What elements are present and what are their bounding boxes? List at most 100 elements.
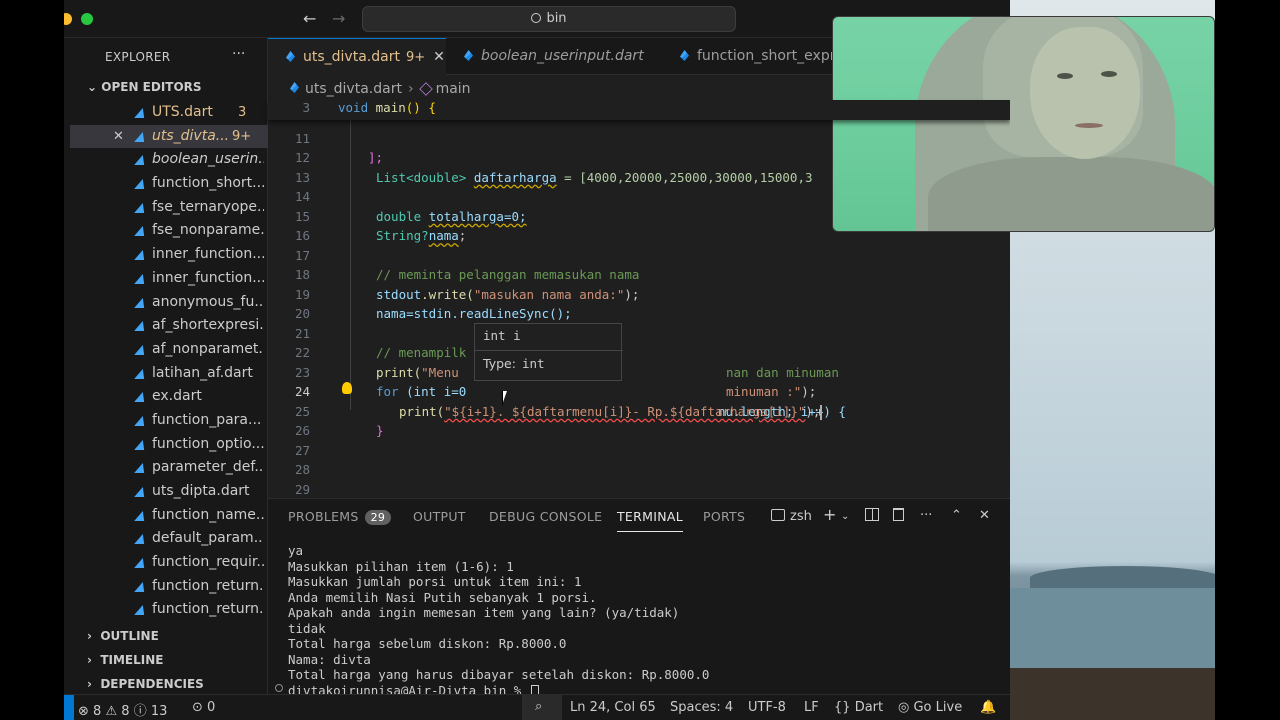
open-editor-item[interactable]: parameter_def... — [70, 456, 268, 480]
tab-output[interactable]: OUTPUT — [413, 509, 466, 524]
trash-icon[interactable] — [893, 508, 904, 525]
command-center-search[interactable]: bin — [362, 6, 736, 32]
timeline-title: TIMELINE — [100, 653, 164, 667]
lightbulb-icon[interactable] — [342, 382, 352, 394]
maximize-window-button[interactable] — [81, 13, 93, 25]
open-editor-item[interactable]: fse_ternaryope... — [70, 196, 268, 220]
close-icon[interactable]: ✕ — [113, 125, 124, 149]
split-terminal-icon[interactable] — [865, 508, 879, 525]
indentation-status[interactable]: Spaces: 4 — [670, 700, 733, 715]
tab-uts-divta[interactable]: uts_divta.dart 9+ ✕ — [268, 38, 446, 75]
breadcrumb-symbol[interactable]: main — [436, 81, 471, 97]
dart-file-icon — [136, 132, 146, 142]
open-editor-name: af_nonparamet... — [152, 340, 264, 357]
chevron-down-icon[interactable]: ⌄ — [841, 511, 849, 522]
code-line-29: 29 } — [268, 460, 1010, 517]
chevron-right-icon: › — [87, 653, 92, 667]
open-editor-item[interactable]: uts_dipta.dart — [70, 480, 268, 504]
open-editor-item[interactable]: function_requir... — [70, 551, 268, 575]
close-icon[interactable]: ✕ — [433, 49, 445, 65]
open-editor-name: fse_ternaryope... — [152, 198, 264, 215]
dart-file-icon — [136, 582, 146, 592]
open-editor-item[interactable]: inner_function.... — [70, 243, 268, 267]
open-editor-item[interactable]: af_shortexpresi... — [70, 314, 268, 338]
zoom-indicator[interactable]: ⌕ — [522, 695, 562, 720]
more-actions-icon[interactable]: ··· — [232, 46, 245, 62]
encoding-status[interactable]: UTF-8 — [748, 700, 786, 715]
sticky-scroll-line[interactable]: 3 void main() { — [268, 100, 1010, 120]
tab-problems[interactable]: PROBLEMS 29 — [288, 509, 392, 525]
open-editor-item[interactable]: function_return... — [70, 575, 268, 599]
video-letterbox-left — [0, 0, 64, 720]
chevron-down-icon: ⌄ — [87, 80, 98, 94]
open-editor-item[interactable]: function_optio... — [70, 433, 268, 457]
cursor-position[interactable]: Ln 24, Col 65 — [570, 700, 656, 715]
open-editor-item[interactable]: function_para... — [70, 409, 268, 433]
notifications-bell-icon[interactable]: 🔔 — [980, 700, 996, 715]
tab-label: PROBLEMS — [288, 509, 359, 524]
open-editor-item[interactable]: default_param... — [70, 527, 268, 551]
eol-status[interactable]: LF — [804, 700, 819, 715]
line-number: 29 — [294, 481, 310, 497]
info-icon: ⓘ — [133, 704, 147, 719]
problems-status[interactable]: ⊗ 8 ⚠ 8 ⓘ 13 — [78, 700, 167, 719]
terminal-line: Masukkan pilihan item (1-6): 1 — [288, 559, 709, 575]
dart-file-icon — [136, 321, 146, 331]
maximize-panel-icon[interactable]: ⌃ — [951, 508, 962, 523]
open-editor-item[interactable]: function_name... — [70, 504, 268, 528]
dependencies-title: DEPENDENCIES — [100, 677, 204, 691]
more-actions-icon[interactable]: ··· — [920, 508, 932, 523]
dependencies-section[interactable]: › DEPENDENCIES — [87, 677, 204, 691]
webcam-person-eye — [1057, 73, 1073, 79]
new-terminal-icon[interactable]: + — [823, 505, 836, 524]
go-live-button[interactable]: ◎ Go Live — [898, 700, 962, 715]
open-editor-item[interactable]: anonymous_fu... — [70, 291, 268, 315]
vscode-window: ← → bin EXPLORER ··· ⌄ OPEN EDITORS UTS.… — [64, 0, 1010, 720]
tab-debug-console[interactable]: DEBUG CONSOLE — [489, 509, 602, 524]
breadcrumb-file[interactable]: uts_divta.dart — [305, 81, 402, 97]
close-panel-icon[interactable]: ✕ — [979, 508, 990, 523]
open-editor-item[interactable]: ✕ uts_divta... 9+ — [70, 124, 268, 149]
terminal-text: ya — [288, 543, 304, 558]
open-editor-item[interactable]: af_nonparamet... — [70, 338, 268, 362]
terminal-line: tidak — [288, 621, 709, 637]
terminal-line: Nama: divta — [288, 652, 709, 668]
dart-file-icon — [136, 250, 146, 260]
chevron-right-icon: › — [87, 677, 92, 691]
tab-boolean-userinput[interactable]: boolean_userinput.dart — [446, 38, 662, 75]
open-editor-item[interactable]: function_short... — [70, 172, 268, 196]
problem-badge: 9+ — [232, 128, 252, 144]
language-status[interactable]: {} Dart — [834, 700, 883, 715]
terminal-line: Total harga yang harus dibayar setelah d… — [288, 667, 709, 683]
dart-file-icon — [290, 82, 299, 93]
terminal-output[interactable]: ya Masukkan pilihan item (1-6): 1 Masukkan… — [288, 543, 709, 698]
open-editor-item[interactable]: boolean_userin... — [70, 148, 268, 172]
tab-terminal[interactable]: TERMINAL — [617, 509, 683, 532]
language-name: Dart — [854, 700, 884, 715]
open-editor-item[interactable]: UTS.dart 3 — [70, 101, 268, 125]
open-editor-item[interactable]: latihan_af.dart — [70, 362, 268, 386]
minimize-window-button[interactable] — [64, 13, 72, 25]
back-arrow-icon[interactable]: ← — [303, 9, 316, 28]
outline-section[interactable]: › OUTLINE — [87, 629, 159, 643]
open-editor-item[interactable]: inner_function... — [70, 267, 268, 291]
terminal-text: Apakah anda ingin memesan item yang lain… — [288, 605, 680, 620]
terminal-text: Nama: divta — [288, 651, 371, 667]
forward-arrow-icon[interactable]: → — [332, 9, 345, 28]
webcam-person-face — [1030, 27, 1140, 159]
open-editor-item[interactable]: function_return... — [70, 598, 268, 622]
info-count: 13 — [150, 704, 168, 719]
ports-count: 0 — [207, 700, 216, 715]
outline-title: OUTLINE — [100, 629, 159, 643]
tab-ports[interactable]: PORTS — [703, 509, 745, 524]
dart-file-icon — [136, 203, 146, 213]
timeline-section[interactable]: › TIMELINE — [87, 653, 163, 667]
open-editors-header[interactable]: ⌄ OPEN EDITORS — [87, 80, 202, 94]
open-editor-item[interactable]: ex.dart — [70, 385, 268, 409]
ports-status[interactable]: ⊙ 0 — [192, 700, 215, 715]
bottom-panel: PROBLEMS 29 OUTPUT DEBUG CONSOLE TERMINAL… — [268, 498, 1010, 698]
open-editor-item[interactable]: fse_nonparame... — [70, 219, 268, 243]
terminal-profile[interactable]: zsh — [771, 508, 812, 524]
remote-indicator[interactable] — [64, 695, 74, 720]
open-editor-name: latihan_af.dart — [152, 364, 253, 381]
